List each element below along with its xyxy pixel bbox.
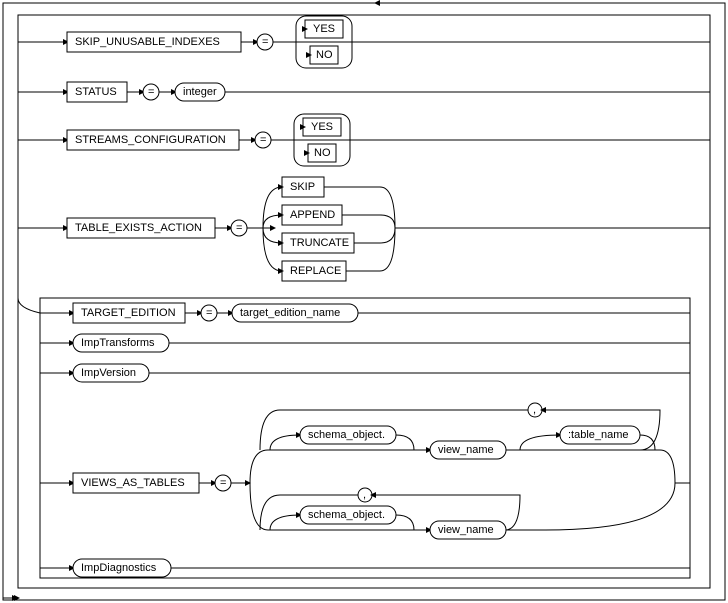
comma-token-1: , bbox=[533, 404, 536, 416]
skip-option: SKIP bbox=[290, 181, 315, 193]
yes-option: YES bbox=[313, 23, 335, 35]
eq-token-6: = bbox=[220, 477, 226, 489]
append-option: APPEND bbox=[290, 209, 335, 221]
row-imp-version: ImpVersion bbox=[40, 364, 690, 382]
param-status: STATUS bbox=[75, 86, 117, 98]
param-table-exists-action: TABLE_EXISTS_ACTION bbox=[75, 222, 202, 234]
no-option: NO bbox=[316, 49, 333, 61]
target-edition-name: target_edition_name bbox=[240, 307, 340, 319]
param-views-as-tables: VIEWS_AS_TABLES bbox=[81, 477, 185, 489]
imp-version: ImpVersion bbox=[81, 367, 136, 379]
row-imp-diagnostics: ImpDiagnostics bbox=[40, 559, 690, 577]
eq-token-5: = bbox=[206, 307, 212, 319]
row-status: STATUS = integer bbox=[18, 82, 710, 102]
truncate-option: TRUNCATE bbox=[290, 237, 349, 249]
replace-option: REPLACE bbox=[290, 265, 341, 277]
eq-token-3: = bbox=[260, 134, 266, 146]
row-streams-configuration: STREAMS_CONFIGURATION = YES NO bbox=[18, 114, 710, 166]
schema-object-2: schema_object. bbox=[308, 509, 385, 521]
view-name-1: view_name bbox=[438, 444, 494, 456]
table-name: :table_name bbox=[568, 429, 629, 441]
yes-option-2: YES bbox=[311, 121, 333, 133]
param-streams-configuration: STREAMS_CONFIGURATION bbox=[75, 134, 226, 146]
param-target-edition: TARGET_EDITION bbox=[81, 307, 176, 319]
view-name-2: view_name bbox=[438, 524, 494, 536]
comma-token-2: , bbox=[363, 489, 366, 501]
imp-diagnostics: ImpDiagnostics bbox=[81, 562, 157, 574]
eq-token-4: = bbox=[236, 222, 242, 234]
no-option-2: NO bbox=[314, 147, 331, 159]
integer-token: integer bbox=[183, 86, 217, 98]
schema-object-1: schema_object. bbox=[308, 429, 385, 441]
imp-transforms: ImpTransforms bbox=[81, 337, 155, 349]
row-table-exists-action: TABLE_EXISTS_ACTION = SKIP APPEND TRUNCA… bbox=[18, 177, 710, 281]
row-target-edition: TARGET_EDITION = target_edition_name bbox=[40, 303, 690, 323]
row-views-as-tables: VIEWS_AS_TABLES = , schema_object. view_… bbox=[40, 403, 690, 539]
eq-token: = bbox=[262, 36, 268, 48]
param-skip-unusable-indexes: SKIP_UNUSABLE_INDEXES bbox=[75, 36, 220, 48]
row-skip-unusable-indexes: SKIP_UNUSABLE_INDEXES = YES NO bbox=[18, 16, 710, 68]
eq-token-2: = bbox=[148, 86, 154, 98]
row-imp-transforms: ImpTransforms bbox=[40, 334, 690, 352]
